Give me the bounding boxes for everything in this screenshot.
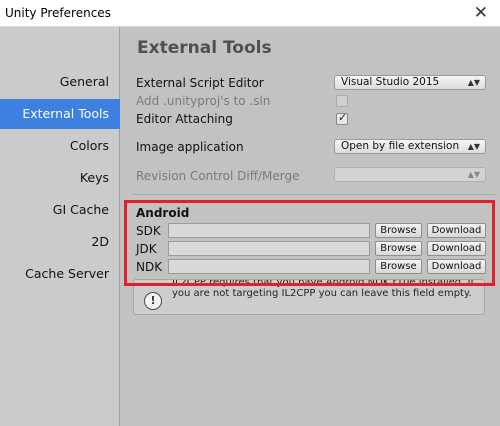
- revision-control-label: Revision Control Diff/Merge: [136, 169, 300, 183]
- script-editor-value: Visual Studio 2015: [341, 76, 440, 88]
- title-bar: Unity Preferences ✕: [0, 0, 500, 27]
- editor-attaching-label: Editor Attaching: [136, 112, 233, 126]
- image-application-value: Open by file extension: [341, 140, 460, 152]
- script-editor-dropdown[interactable]: Visual Studio 2015 ▲▼: [334, 75, 486, 90]
- script-editor-label: External Script Editor: [136, 76, 264, 90]
- sidebar-item-keys[interactable]: Keys: [0, 163, 120, 193]
- sidebar-item-external-tools[interactable]: External Tools: [0, 99, 120, 129]
- sidebar-item-cache-server[interactable]: Cache Server: [0, 259, 120, 289]
- editor-attaching-checkbox[interactable]: ✓: [336, 111, 348, 125]
- add-unityproj-checkbox[interactable]: [336, 95, 348, 107]
- sidebar-item-colors[interactable]: Colors: [0, 131, 120, 161]
- window-title: Unity Preferences: [5, 6, 111, 20]
- image-application-label: Image application: [136, 140, 244, 154]
- dropdown-arrows-icon: ▲▼: [467, 142, 480, 151]
- add-unityproj-label: Add .unityproj's to .sln: [136, 94, 271, 108]
- android-highlight-box: [124, 200, 495, 286]
- sidebar-item-general[interactable]: General: [0, 67, 120, 97]
- preferences-sidebar: General External Tools Colors Keys GI Ca…: [0, 27, 120, 426]
- revision-control-dropdown[interactable]: ▲▼: [334, 167, 486, 182]
- image-application-dropdown[interactable]: Open by file extension ▲▼: [334, 139, 486, 154]
- sidebar-item-2d[interactable]: 2D: [0, 227, 120, 257]
- info-icon: !: [144, 292, 162, 310]
- page-title: External Tools: [137, 38, 272, 58]
- external-tools-panel: External Tools External Script Editor Vi…: [121, 27, 500, 426]
- close-icon[interactable]: ✕: [474, 3, 488, 23]
- sidebar-item-gi-cache[interactable]: GI Cache: [0, 195, 120, 225]
- dropdown-arrows-icon: ▲▼: [467, 78, 480, 87]
- checkmark-icon: ✓: [338, 111, 348, 124]
- section-divider: [133, 194, 495, 195]
- dropdown-arrows-icon: ▲▼: [467, 170, 480, 179]
